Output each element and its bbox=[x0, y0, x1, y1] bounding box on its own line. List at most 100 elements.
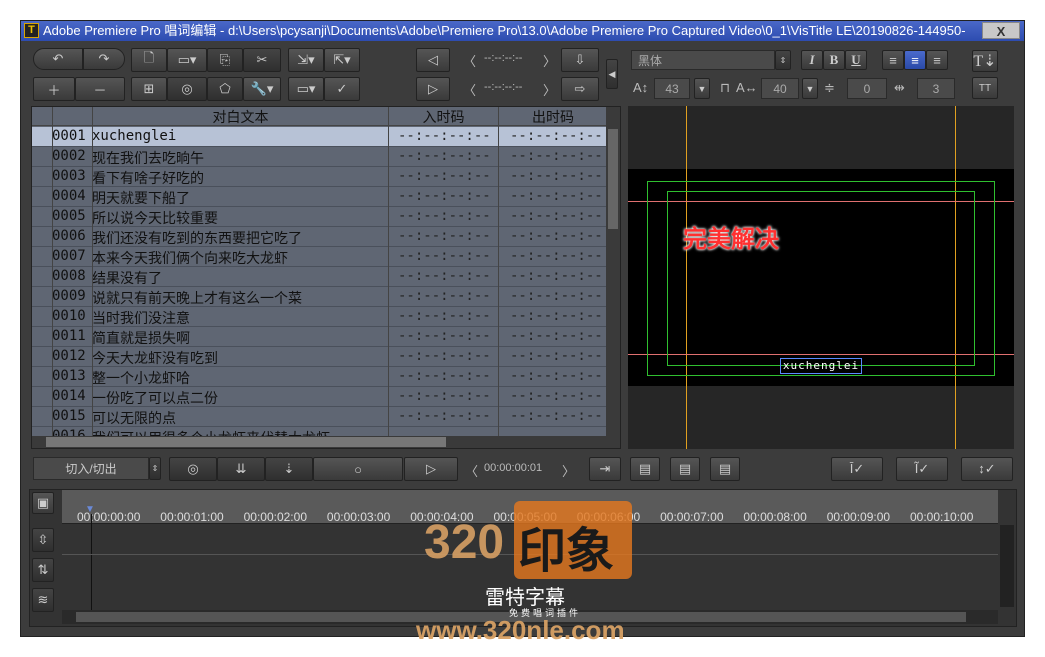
subtitle-box[interactable]: xuchenglei bbox=[780, 358, 862, 374]
cell-id[interactable]: 0012 bbox=[52, 348, 86, 364]
underline-button[interactable]: U bbox=[845, 50, 867, 70]
track-split-button[interactable]: ⇳ bbox=[32, 528, 54, 552]
cell-out[interactable]: --:--:--:-- bbox=[510, 248, 603, 264]
cell-text[interactable]: 明天就要下船了 bbox=[92, 188, 190, 208]
cell-out[interactable]: --:--:--:-- bbox=[510, 328, 603, 344]
cell-text[interactable]: 一份吃了可以点二份 bbox=[92, 388, 218, 408]
cell-out[interactable]: --:--:--:-- bbox=[510, 208, 603, 224]
track-move-button[interactable]: ⇅ bbox=[32, 558, 54, 582]
apply-button[interactable]: ✓ bbox=[324, 77, 360, 101]
bold-button[interactable]: B bbox=[823, 50, 845, 70]
cell-id[interactable]: 0006 bbox=[52, 228, 86, 244]
cell-id[interactable]: 0005 bbox=[52, 208, 86, 224]
cell-id[interactable]: 0010 bbox=[52, 308, 86, 324]
record-button[interactable]: ○ bbox=[313, 457, 403, 481]
timecode-in[interactable]: --:--:--:-- bbox=[484, 52, 522, 64]
cell-in[interactable]: --:--:--:-- bbox=[398, 268, 491, 284]
add-button[interactable]: ＋ bbox=[33, 77, 75, 101]
table-row[interactable]: 0010 当时我们没注意 --:--:--:-- --:--:--:-- bbox=[32, 307, 607, 327]
table-row[interactable]: 0001 xuchenglei --:--:--:-- --:--:--:-- bbox=[32, 127, 607, 147]
cell-text[interactable]: 整一个小龙虾哈 bbox=[92, 368, 190, 388]
cell-in[interactable]: --:--:--:-- bbox=[398, 248, 491, 264]
mode-spinner[interactable]: ⇕ bbox=[149, 457, 161, 480]
tl-align-center-button[interactable]: ▤ bbox=[670, 457, 700, 481]
cell-out[interactable]: --:--:--:-- bbox=[510, 188, 603, 204]
cell-id[interactable]: 0014 bbox=[52, 388, 86, 404]
text-style-button[interactable]: T⇣ bbox=[972, 50, 998, 72]
text-layout-button[interactable]: TT bbox=[972, 77, 998, 99]
cell-id[interactable]: 0011 bbox=[52, 328, 86, 344]
cell-out[interactable]: --:--:--:-- bbox=[510, 348, 603, 364]
cell-in[interactable]: --:--:--:-- bbox=[398, 288, 491, 304]
table-row[interactable]: 0015 可以无限的点 --:--:--:-- --:--:--:-- bbox=[32, 407, 607, 427]
table-row[interactable]: 0003 看下有啥子好吃的 --:--:--:-- --:--:--:-- bbox=[32, 167, 607, 187]
cell-in[interactable]: --:--:--:-- bbox=[398, 408, 491, 424]
cell-out[interactable]: --:--:--:-- bbox=[510, 408, 603, 424]
close-button[interactable]: X bbox=[982, 22, 1020, 39]
cell-id[interactable]: 0004 bbox=[52, 188, 86, 204]
cell-text[interactable]: 可以无限的点 bbox=[92, 408, 176, 428]
cell-text[interactable]: 现在我们去吃晌午 bbox=[92, 148, 204, 168]
find-button[interactable]: ⊞ bbox=[131, 77, 167, 101]
cell-in[interactable]: --:--:--:-- bbox=[398, 208, 491, 224]
cell-text[interactable]: 今天大龙虾没有吃到 bbox=[92, 348, 218, 368]
apply-both-button[interactable]: ↕✓ bbox=[961, 457, 1013, 481]
table-row[interactable]: 0009 说就只有前天晚上才有这么一个菜 --:--:--:-- --:--:--:-… bbox=[32, 287, 607, 307]
lock-icon[interactable]: ⊓ bbox=[720, 80, 730, 96]
marker-button[interactable]: ⬠ bbox=[207, 77, 243, 101]
table-row[interactable]: 0002 现在我们去吃晌午 --:--:--:-- --:--:--:-- bbox=[32, 147, 607, 167]
current-timecode[interactable]: 00:00:00:01 bbox=[484, 462, 542, 474]
font-select[interactable]: 黑体 bbox=[631, 50, 775, 70]
in-next-arrow[interactable]: 〉 bbox=[543, 51, 556, 70]
cell-in[interactable]: --:--:--:-- bbox=[398, 328, 491, 344]
in-prev-arrow[interactable]: 〈 bbox=[463, 51, 476, 70]
search-button[interactable]: ◎ bbox=[167, 77, 207, 101]
subtitle-style-button[interactable]: ▭▾ bbox=[288, 77, 324, 101]
cell-text[interactable]: 当时我们没注意 bbox=[92, 308, 190, 328]
table-row[interactable]: 0005 所以说今天比较重要 --:--:--:-- --:--:--:-- bbox=[32, 207, 607, 227]
header-out[interactable]: 出时码 bbox=[498, 107, 607, 126]
cell-id[interactable]: 0003 bbox=[52, 168, 86, 184]
cell-id[interactable]: 0008 bbox=[52, 268, 86, 284]
settings-button[interactable]: 🔧▾ bbox=[243, 77, 281, 101]
align-center-button[interactable]: ≡ bbox=[904, 50, 926, 70]
table-horizontal-scrollbar[interactable] bbox=[32, 436, 620, 448]
cell-id[interactable]: 0015 bbox=[52, 408, 86, 424]
align-right-button[interactable]: ≡ bbox=[926, 50, 948, 70]
table-row[interactable]: 0008 结果没有了 --:--:--:-- --:--:--:-- bbox=[32, 267, 607, 287]
goto-out-button[interactable]: ⇨ bbox=[561, 77, 599, 101]
table-row[interactable]: 0006 我们还没有吃到的东西要把它吃了 --:--:--:-- --:--:--:-… bbox=[32, 227, 607, 247]
tl-align-left-button[interactable]: ▤ bbox=[630, 457, 660, 481]
table-row[interactable]: 0014 一份吃了可以点二份 --:--:--:-- --:--:--:-- bbox=[32, 387, 607, 407]
set-in-button[interactable]: ◁ bbox=[416, 48, 450, 72]
font-size-dropdown[interactable]: ▼ bbox=[694, 78, 710, 99]
align-left-button[interactable]: ≡ bbox=[882, 50, 904, 70]
snap-button[interactable]: ⇥ bbox=[589, 457, 621, 481]
cell-in[interactable]: --:--:--:-- bbox=[398, 348, 491, 364]
table-row[interactable]: 0007 本来今天我们俩个向来吃大龙虾 --:--:--:-- --:--:--:-- bbox=[32, 247, 607, 267]
distribute-button[interactable]: ⇊ bbox=[217, 457, 265, 481]
cell-out[interactable]: --:--:--:-- bbox=[510, 128, 603, 144]
apply-in-button[interactable]: Ī✓ bbox=[831, 457, 883, 481]
undo-button[interactable]: ↶ bbox=[33, 48, 83, 70]
table-row[interactable]: 0004 明天就要下船了 --:--:--:-- --:--:--:-- bbox=[32, 187, 607, 207]
cell-text[interactable]: 我们还没有吃到的东西要把它吃了 bbox=[92, 228, 302, 248]
timeline-vertical-scrollbar[interactable] bbox=[1000, 525, 1014, 607]
cell-out[interactable]: --:--:--:-- bbox=[510, 388, 603, 404]
leading-field[interactable]: 0 bbox=[847, 78, 887, 99]
char-width-field[interactable]: 40 bbox=[761, 78, 799, 99]
cell-text[interactable]: 本来今天我们俩个向来吃大龙虾 bbox=[92, 248, 288, 268]
save-button[interactable]: ⎘ bbox=[207, 48, 243, 72]
width-dropdown[interactable]: ▼ bbox=[802, 78, 818, 99]
cell-in[interactable]: --:--:--:-- bbox=[398, 188, 491, 204]
cut-button[interactable]: ✂ bbox=[243, 48, 281, 72]
cell-in[interactable]: --:--:--:-- bbox=[398, 308, 491, 324]
cell-text[interactable]: 简直就是损失啊 bbox=[92, 328, 190, 348]
cell-in[interactable]: --:--:--:-- bbox=[398, 388, 491, 404]
tracking-field[interactable]: 3 bbox=[917, 78, 955, 99]
audio-button[interactable]: ◎ bbox=[169, 457, 217, 481]
remove-button[interactable]: － bbox=[75, 77, 125, 101]
timeline-view-button[interactable]: ▣ bbox=[32, 492, 54, 514]
redo-button[interactable]: ↷ bbox=[83, 48, 125, 70]
cell-text[interactable]: 所以说今天比较重要 bbox=[92, 208, 218, 228]
